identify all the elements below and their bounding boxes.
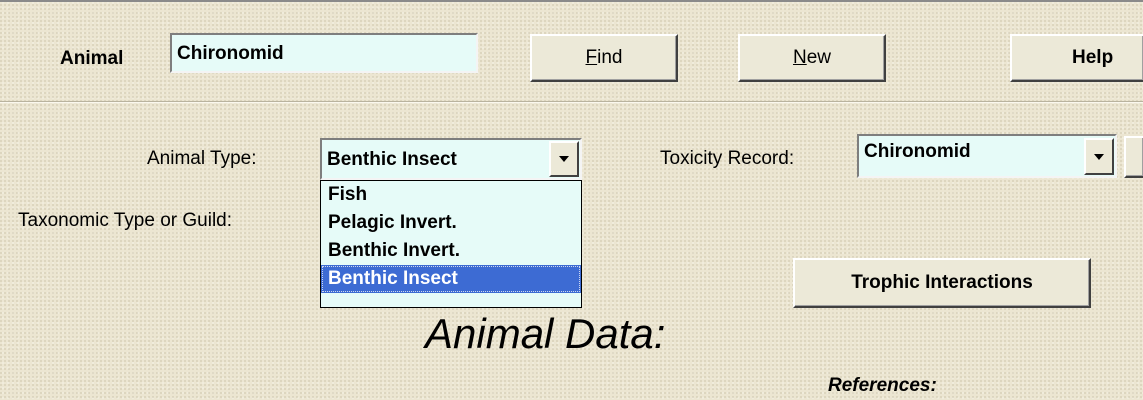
toxicity-edit-button[interactable] xyxy=(1124,136,1143,178)
new-label: ew xyxy=(806,47,832,68)
dropdown-option-fish[interactable]: Fish xyxy=(321,181,581,209)
find-accelerator: F xyxy=(585,47,598,68)
dropdown-option-benthic-insect[interactable]: Benthic Insect xyxy=(321,265,581,293)
animal-type-label: Animal Type: xyxy=(147,148,257,169)
toxicity-record-label: Toxicity Record: xyxy=(660,148,795,169)
animal-name-field[interactable]: Chironomid xyxy=(170,33,478,73)
references-label: References: xyxy=(828,375,937,396)
toxicity-record-dropdown-arrow[interactable] xyxy=(1084,138,1114,175)
dropdown-option-benthic-invert[interactable]: Benthic Invert. xyxy=(321,237,581,265)
animal-label: Animal xyxy=(60,48,124,69)
chevron-down-icon xyxy=(1094,153,1104,160)
toxicity-record-value: Chironomid xyxy=(864,141,971,162)
animal-type-value: Benthic Insect xyxy=(327,149,457,170)
find-button[interactable]: Find xyxy=(530,34,678,82)
animal-type-select[interactable]: Benthic Insect xyxy=(320,138,582,180)
animal-type-dropdown-list: Fish Pelagic Invert. Benthic Invert. Ben… xyxy=(320,180,582,308)
header-divider-highlight xyxy=(0,102,1143,103)
taxonomic-type-label: Taxonomic Type or Guild: xyxy=(18,210,233,231)
animal-type-dropdown-arrow[interactable] xyxy=(549,141,579,177)
dropdown-option-pelagic-invert[interactable]: Pelagic Invert. xyxy=(321,209,581,237)
find-label: ind xyxy=(597,47,623,68)
trophic-interactions-button[interactable]: Trophic Interactions xyxy=(793,258,1091,308)
help-button[interactable]: Help xyxy=(1010,34,1143,82)
toxicity-record-select[interactable]: Chironomid xyxy=(857,134,1117,178)
animal-data-heading: Animal Data: xyxy=(425,310,666,357)
window-top-border xyxy=(0,0,1143,2)
new-accelerator: N xyxy=(792,47,807,68)
new-button[interactable]: New xyxy=(738,34,886,82)
chevron-down-icon xyxy=(559,156,569,162)
